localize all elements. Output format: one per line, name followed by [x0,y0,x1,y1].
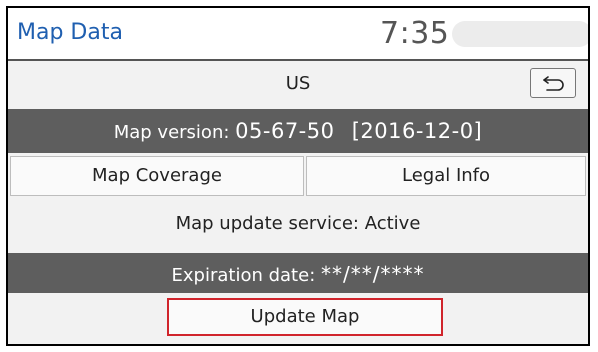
map-version-value: 05-67-50 [235,119,335,143]
region-label: US [285,73,311,94]
screen-title: Map Data [17,20,123,45]
clock: 7:35 [380,16,450,51]
map-coverage-button[interactable]: Map Coverage [10,156,304,196]
update-service-status: Map update service: Active [175,213,421,234]
map-version-bar: Map version: 05-67-50 [2016-12-0] [8,109,588,153]
back-arrow-icon [543,76,564,91]
back-button[interactable] [530,68,576,98]
expiration-value: **/**/**** [321,262,425,286]
region-row: US [8,61,588,105]
bottom-strip [8,340,588,344]
map-version-date: [2016-12-0] [351,119,483,143]
status-area [452,21,588,47]
expiration-bar: Expiration date: **/**/**** [8,253,588,293]
map-version-label: Map version: [113,122,230,143]
map-actions-row: Map Coverage Legal Info [8,156,588,196]
legal-info-button[interactable]: Legal Info [306,156,586,196]
header-bar: Map Data 7:35 [8,8,588,61]
map-data-screen: Map Data 7:35 US Map version: 05-67-50 [… [6,6,590,346]
expiration-label: Expiration date: [171,265,316,286]
update-map-button[interactable]: Update Map [167,298,443,336]
